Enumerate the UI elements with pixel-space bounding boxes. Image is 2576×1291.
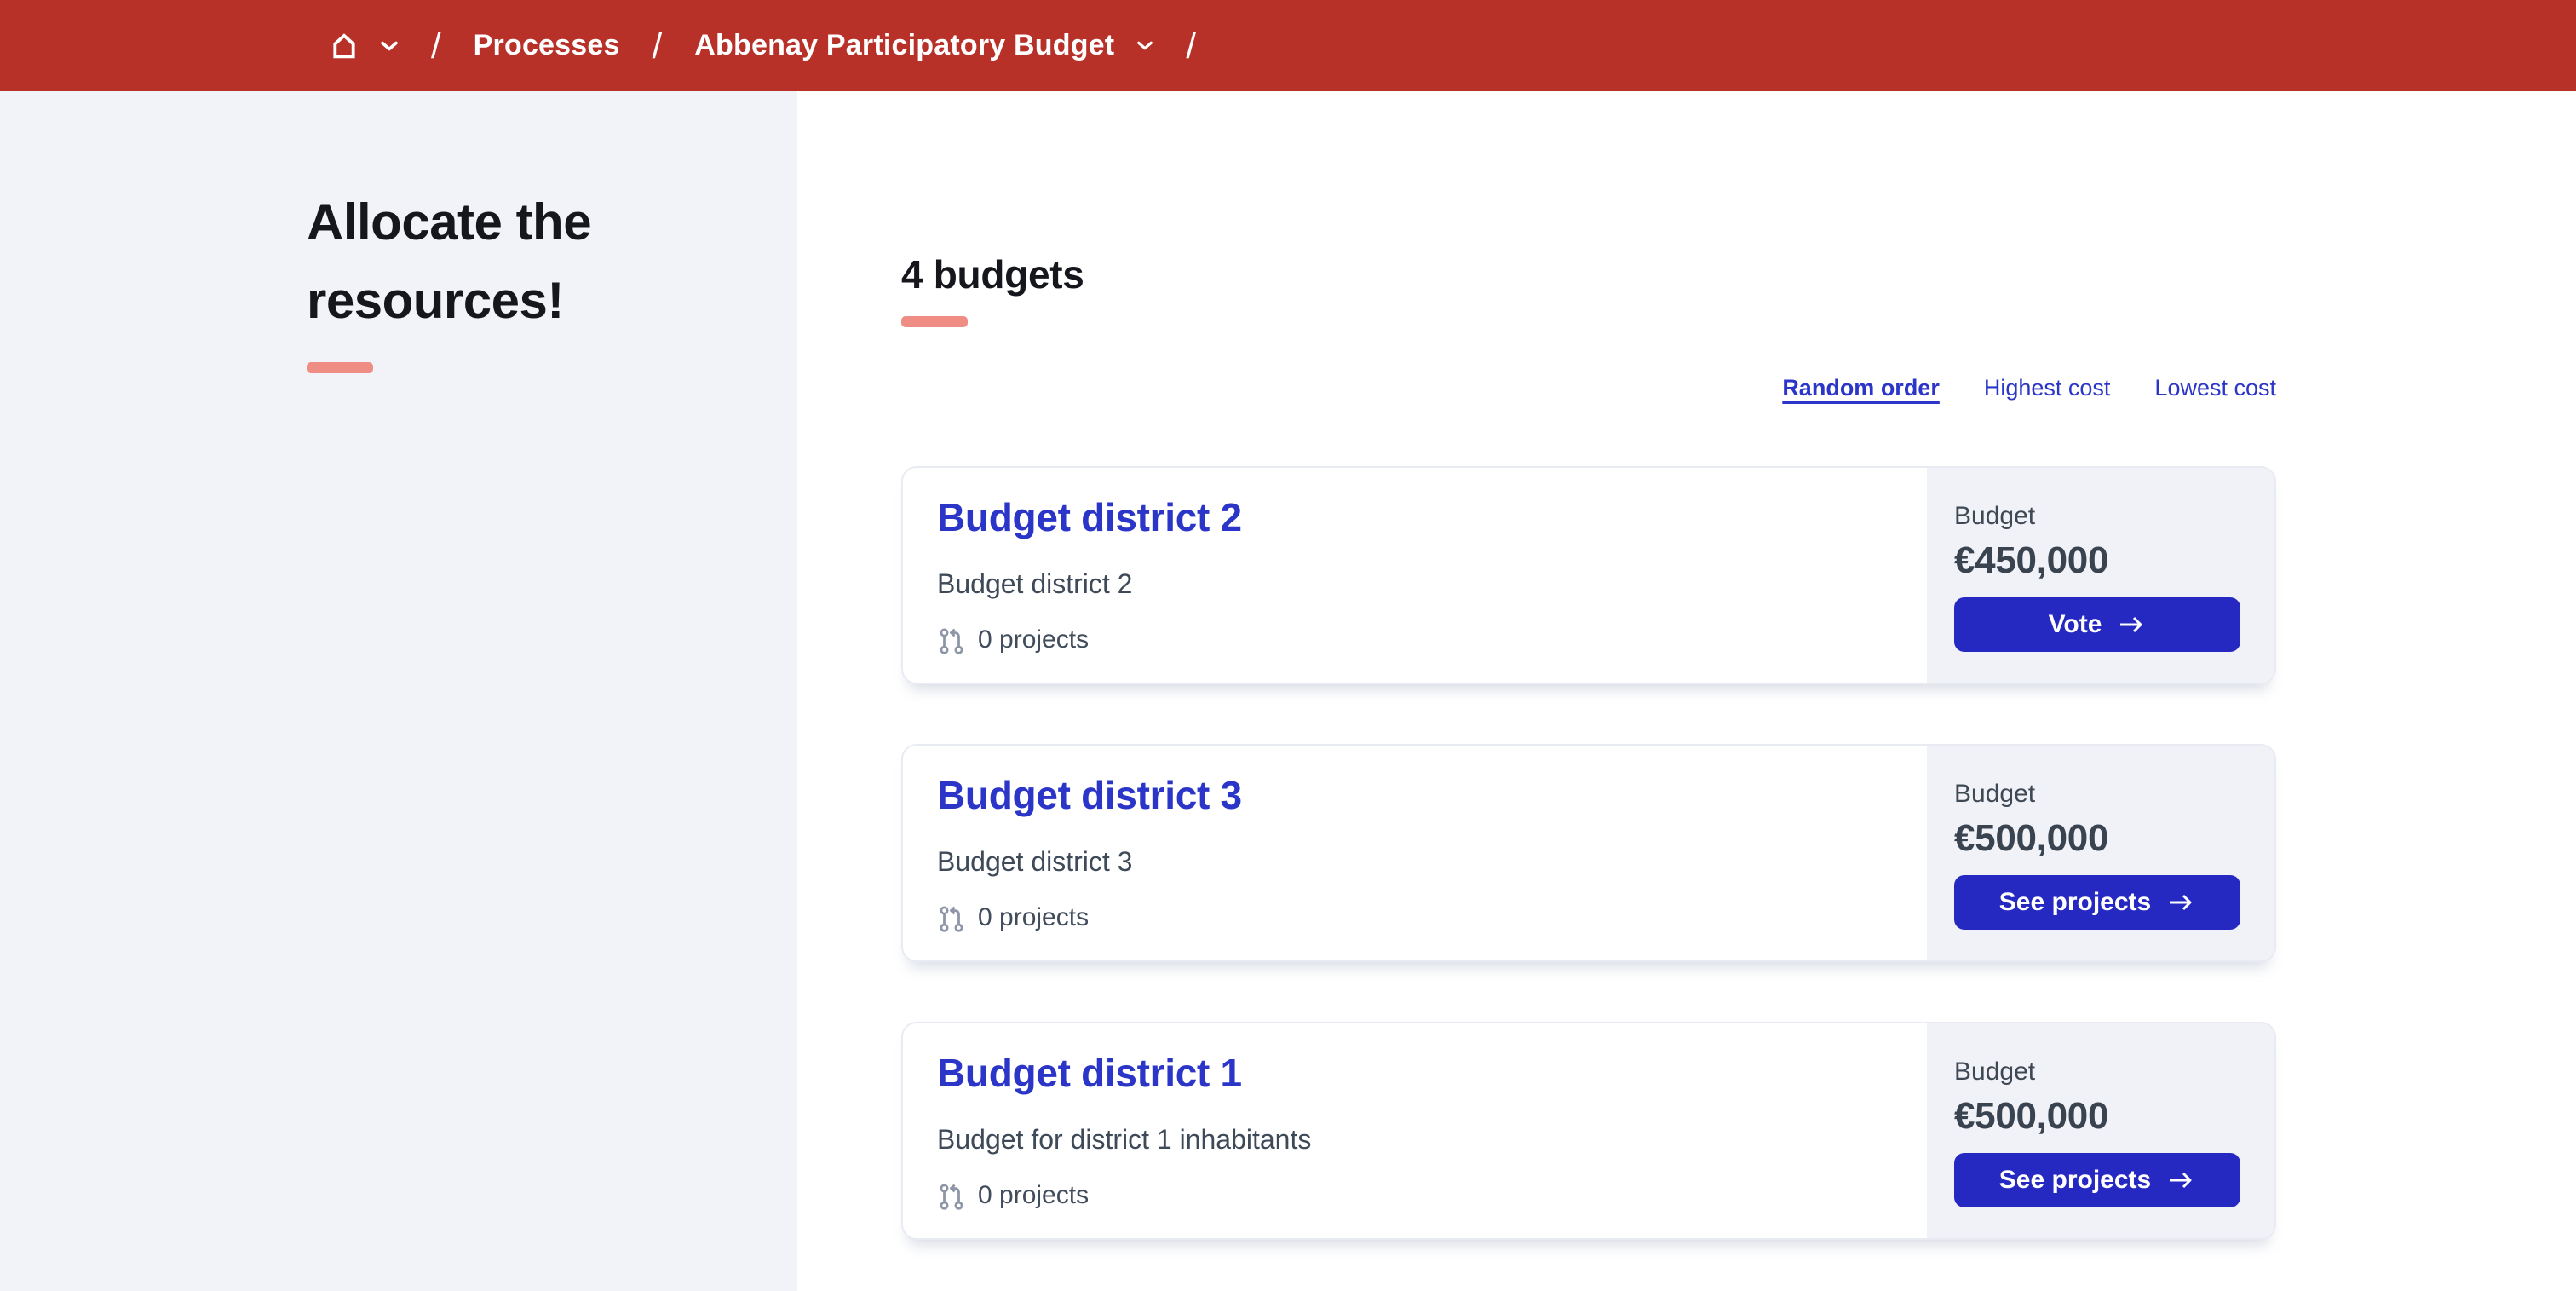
main-content: 4 budgets Random order Highest cost Lowe… [797,91,2576,1291]
heading-accent-bar [901,316,968,327]
budget-card-main: Budget district 2 Budget district 2 0 pr… [903,468,1927,683]
budget-card-main: Budget district 1 Budget for district 1 … [903,1023,1927,1238]
budget-amount: €450,000 [1954,539,2109,581]
projects-count-label: 0 projects [978,903,1090,931]
budget-card-description: Budget district 2 [937,568,1133,599]
budget-card-side-panel: Budget €450,000 Vote [1927,468,2274,683]
arrow-right-icon [2166,892,2195,913]
cta-button-label: See projects [1998,1166,2152,1194]
budgets-count-heading: 4 budgets [901,252,1084,297]
see-projects-button[interactable]: See projects [1954,1153,2240,1207]
budget-card-title-link[interactable]: Budget district 3 [937,771,1242,819]
page-body: Allocate the resources! 4 budgets Random… [0,91,2576,1291]
home-icon [329,31,359,61]
sidebar: Allocate the resources! [0,91,797,1291]
budget-card: Budget district 3 Budget district 3 0 pr… [901,744,2276,962]
budget-card-side-panel: Budget €500,000 See projects [1927,1023,2274,1238]
chevron-down-icon[interactable] [1136,40,1153,51]
projects-count-label: 0 projects [978,625,1090,654]
budget-card: Budget district 2 Budget district 2 0 pr… [901,466,2276,684]
breadcrumb-separator: / [1186,25,1196,66]
budget-card-description: Budget for district 1 inhabitants [937,1124,1312,1155]
budget-label: Budget [1954,780,2036,808]
budget-card-projects: 0 projects [937,1181,1893,1210]
breadcrumb: / Processes / Abbenay Participatory Budg… [329,25,1228,66]
budget-amount: €500,000 [1954,1095,2109,1137]
budget-card: Budget district 1 Budget for district 1 … [901,1022,2276,1240]
chevron-down-icon[interactable] [380,40,399,52]
breadcrumb-home-link[interactable] [329,31,399,61]
budget-amount: €500,000 [1954,817,2109,859]
git-pull-request-icon [937,903,966,932]
breadcrumb-item-processes[interactable]: Processes [474,29,620,62]
git-pull-request-icon [937,1181,966,1210]
arrow-right-icon [2166,1170,2195,1190]
topbar: / Processes / Abbenay Participatory Budg… [0,0,2576,91]
git-pull-request-icon [937,625,966,654]
cta-button-label: Vote [2048,610,2102,638]
arrow-right-icon [2117,614,2146,635]
budget-card-main: Budget district 3 Budget district 3 0 pr… [903,746,1927,960]
budget-card-list: Budget district 2 Budget district 2 0 pr… [901,466,2276,1291]
sort-highest-cost[interactable]: Highest cost [1984,375,2111,401]
sort-random-order[interactable]: Random order [1782,375,1940,401]
vote-button[interactable]: Vote [1954,597,2240,652]
budget-label: Budget [1954,1058,2036,1086]
see-projects-button[interactable]: See projects [1954,875,2240,930]
sort-lowest-cost[interactable]: Lowest cost [2154,375,2276,401]
breadcrumb-separator: / [431,25,441,66]
breadcrumb-item-process-title[interactable]: Abbenay Participatory Budget [694,29,1114,62]
budget-card-projects: 0 projects [937,625,1893,654]
page-title: Allocate the resources! [307,193,592,329]
sort-options: Random order Highest cost Lowest cost [901,375,2276,401]
budget-card-description: Budget district 3 [937,846,1133,877]
budget-card-side-panel: Budget €500,000 See projects [1927,746,2274,960]
budget-card-title-link[interactable]: Budget district 1 [937,1049,1242,1097]
projects-count-label: 0 projects [978,1181,1090,1209]
breadcrumb-separator: / [652,25,663,66]
title-accent-bar [307,362,373,373]
budget-label: Budget [1954,502,2036,530]
cta-button-label: See projects [1998,888,2152,916]
budget-card-title-link[interactable]: Budget district 2 [937,493,1242,541]
budget-card-projects: 0 projects [937,903,1893,932]
